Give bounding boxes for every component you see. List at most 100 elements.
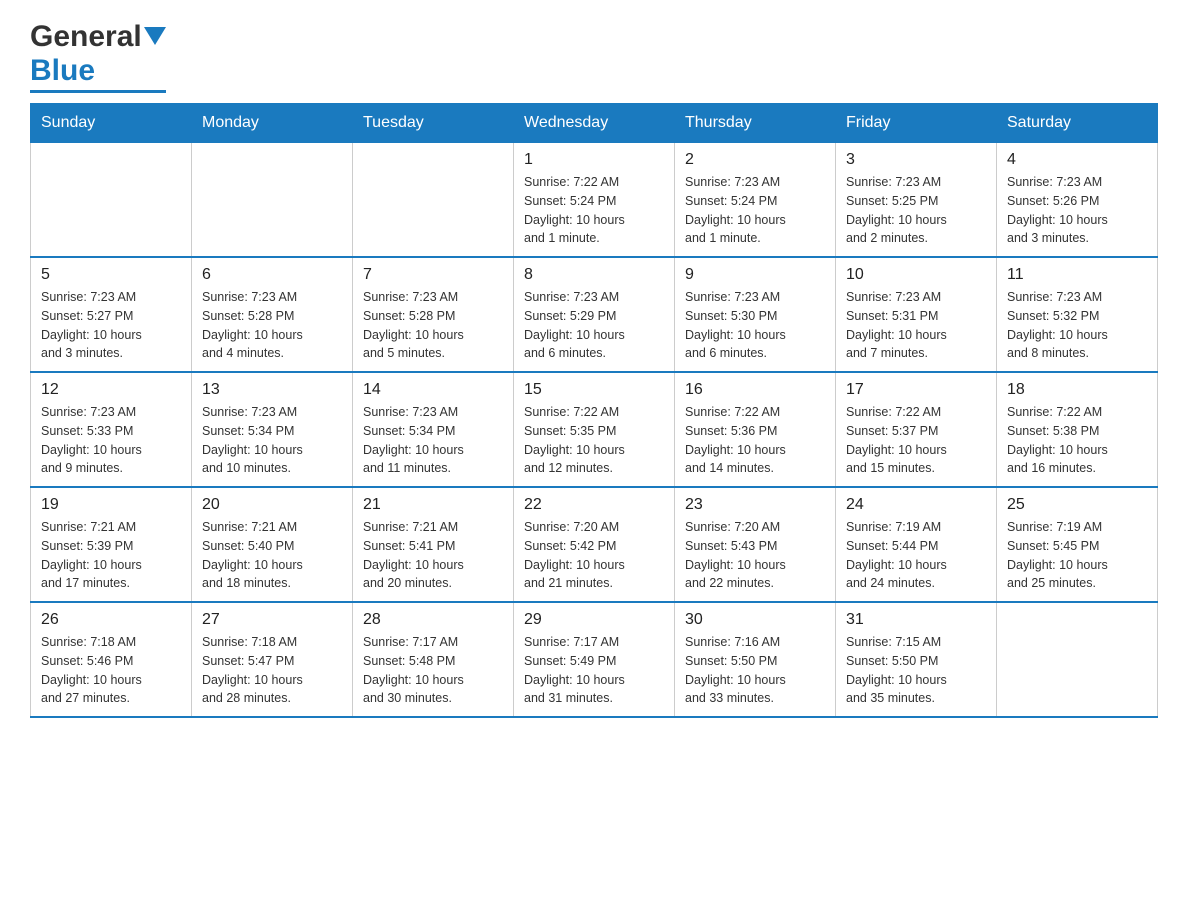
calendar-cell: 9Sunrise: 7:23 AM Sunset: 5:30 PM Daylig… <box>675 257 836 372</box>
day-number: 25 <box>1007 496 1147 514</box>
calendar-cell: 31 Sunrise: 7:15 AM Sunset: 5:50 PM Dayli… <box>836 602 997 717</box>
day-number: 17 <box>846 381 986 399</box>
calendar-cell <box>353 143 514 258</box>
calendar-cell: 8 Sunrise: 7:23 AM Sunset: 5:29 PM Daylig… <box>514 257 675 372</box>
day-header-friday: Friday <box>836 104 997 143</box>
day-number: 23 <box>685 496 825 514</box>
logo-text-general: General <box>30 20 142 54</box>
calendar-cell: 21Sunrise: 7:21 AM Sunset: 5:41 PM Dayli… <box>353 487 514 602</box>
calendar-cell: 4Sunrise: 7:23 AM Sunset: 5:26 PM Daylig… <box>997 143 1158 258</box>
calendar-cell: 17 Sunrise: 7:22 AM Sunset: 5:37 PM Dayli… <box>836 372 997 487</box>
calendar-cell: 19 Sunrise: 7:21 AM Sunset: 5:39 PM Dayli… <box>31 487 192 602</box>
calendar-cell: 28 Sunrise: 7:17 AM Sunset: 5:48 PM Dayli… <box>353 602 514 717</box>
day-number: 3 <box>846 151 986 169</box>
day-info: Sunrise: 7:15 AM Sunset: 5:50 PM Dayligh… <box>846 633 986 708</box>
calendar-week-5: 26 Sunrise: 7:18 AM Sunset: 5:46 PM Dayli… <box>31 602 1158 717</box>
day-info: Sunrise: 7:23 AM Sunset: 5:32 PM Dayligh… <box>1007 288 1147 363</box>
day-number: 12 <box>41 381 181 399</box>
day-number: 31 <box>846 611 986 629</box>
day-info: Sunrise: 7:23 AM Sunset: 5:34 PM Dayligh… <box>363 403 503 478</box>
calendar-cell: 3 Sunrise: 7:23 AM Sunset: 5:25 PM Daylig… <box>836 143 997 258</box>
calendar-cell: 13 Sunrise: 7:23 AM Sunset: 5:34 PM Dayli… <box>192 372 353 487</box>
calendar-cell: 30 Sunrise: 7:16 AM Sunset: 5:50 PM Dayli… <box>675 602 836 717</box>
calendar-cell: 23 Sunrise: 7:20 AM Sunset: 5:43 PM Dayli… <box>675 487 836 602</box>
calendar-cell <box>997 602 1158 717</box>
day-info: Sunrise: 7:23 AM Sunset: 5:34 PM Dayligh… <box>202 403 342 478</box>
day-info: Sunrise: 7:23 AM Sunset: 5:25 PM Dayligh… <box>846 173 986 248</box>
day-number: 6 <box>202 266 342 284</box>
day-info: Sunrise: 7:18 AM Sunset: 5:46 PM Dayligh… <box>41 633 181 708</box>
day-info: Sunrise: 7:23 AM Sunset: 5:28 PM Dayligh… <box>202 288 342 363</box>
calendar-cell: 26 Sunrise: 7:18 AM Sunset: 5:46 PM Dayli… <box>31 602 192 717</box>
day-number: 15 <box>524 381 664 399</box>
day-number: 28 <box>363 611 503 629</box>
day-number: 16 <box>685 381 825 399</box>
day-info: Sunrise: 7:22 AM Sunset: 5:35 PM Dayligh… <box>524 403 664 478</box>
day-headers-row: SundayMondayTuesdayWednesdayThursdayFrid… <box>31 104 1158 143</box>
day-number: 13 <box>202 381 342 399</box>
day-info: Sunrise: 7:23 AM Sunset: 5:29 PM Dayligh… <box>524 288 664 363</box>
day-info: Sunrise: 7:22 AM Sunset: 5:36 PM Dayligh… <box>685 403 825 478</box>
calendar-cell: 10Sunrise: 7:23 AM Sunset: 5:31 PM Dayli… <box>836 257 997 372</box>
day-number: 8 <box>524 266 664 284</box>
day-number: 24 <box>846 496 986 514</box>
calendar-cell: 7 Sunrise: 7:23 AM Sunset: 5:28 PM Daylig… <box>353 257 514 372</box>
calendar-cell: 11 Sunrise: 7:23 AM Sunset: 5:32 PM Dayli… <box>997 257 1158 372</box>
day-number: 19 <box>41 496 181 514</box>
day-header-tuesday: Tuesday <box>353 104 514 143</box>
day-info: Sunrise: 7:23 AM Sunset: 5:33 PM Dayligh… <box>41 403 181 478</box>
calendar-cell: 18 Sunrise: 7:22 AM Sunset: 5:38 PM Dayli… <box>997 372 1158 487</box>
calendar-cell: 29Sunrise: 7:17 AM Sunset: 5:49 PM Dayli… <box>514 602 675 717</box>
day-info: Sunrise: 7:17 AM Sunset: 5:48 PM Dayligh… <box>363 633 503 708</box>
day-number: 5 <box>41 266 181 284</box>
calendar-week-1: 1 Sunrise: 7:22 AM Sunset: 5:24 PM Daylig… <box>31 143 1158 258</box>
day-info: Sunrise: 7:22 AM Sunset: 5:38 PM Dayligh… <box>1007 403 1147 478</box>
logo-underline <box>30 90 166 93</box>
day-number: 27 <box>202 611 342 629</box>
day-header-saturday: Saturday <box>997 104 1158 143</box>
calendar-week-4: 19 Sunrise: 7:21 AM Sunset: 5:39 PM Dayli… <box>31 487 1158 602</box>
calendar-week-2: 5 Sunrise: 7:23 AM Sunset: 5:27 PM Daylig… <box>31 257 1158 372</box>
calendar-table: SundayMondayTuesdayWednesdayThursdayFrid… <box>30 103 1158 718</box>
day-info: Sunrise: 7:17 AM Sunset: 5:49 PM Dayligh… <box>524 633 664 708</box>
calendar-cell: 24 Sunrise: 7:19 AM Sunset: 5:44 PM Dayli… <box>836 487 997 602</box>
calendar-cell: 12 Sunrise: 7:23 AM Sunset: 5:33 PM Dayli… <box>31 372 192 487</box>
calendar-cell: 6 Sunrise: 7:23 AM Sunset: 5:28 PM Daylig… <box>192 257 353 372</box>
day-info: Sunrise: 7:23 AM Sunset: 5:28 PM Dayligh… <box>363 288 503 363</box>
day-info: Sunrise: 7:16 AM Sunset: 5:50 PM Dayligh… <box>685 633 825 708</box>
calendar-cell: 1 Sunrise: 7:22 AM Sunset: 5:24 PM Daylig… <box>514 143 675 258</box>
day-info: Sunrise: 7:21 AM Sunset: 5:39 PM Dayligh… <box>41 518 181 593</box>
calendar-cell: 2Sunrise: 7:23 AM Sunset: 5:24 PM Daylig… <box>675 143 836 258</box>
calendar-cell: 25 Sunrise: 7:19 AM Sunset: 5:45 PM Dayli… <box>997 487 1158 602</box>
day-info: Sunrise: 7:22 AM Sunset: 5:37 PM Dayligh… <box>846 403 986 478</box>
logo-triangle-icon <box>144 27 166 49</box>
calendar-cell: 16 Sunrise: 7:22 AM Sunset: 5:36 PM Dayli… <box>675 372 836 487</box>
calendar-cell: 14Sunrise: 7:23 AM Sunset: 5:34 PM Dayli… <box>353 372 514 487</box>
day-number: 11 <box>1007 266 1147 284</box>
day-info: Sunrise: 7:23 AM Sunset: 5:31 PM Dayligh… <box>846 288 986 363</box>
day-header-monday: Monday <box>192 104 353 143</box>
day-number: 26 <box>41 611 181 629</box>
day-info: Sunrise: 7:23 AM Sunset: 5:24 PM Dayligh… <box>685 173 825 248</box>
calendar-cell: 22 Sunrise: 7:20 AM Sunset: 5:42 PM Dayli… <box>514 487 675 602</box>
calendar-cell: 20Sunrise: 7:21 AM Sunset: 5:40 PM Dayli… <box>192 487 353 602</box>
day-number: 7 <box>363 266 503 284</box>
day-info: Sunrise: 7:18 AM Sunset: 5:47 PM Dayligh… <box>202 633 342 708</box>
calendar-cell: 27 Sunrise: 7:18 AM Sunset: 5:47 PM Dayli… <box>192 602 353 717</box>
calendar-body: 1 Sunrise: 7:22 AM Sunset: 5:24 PM Daylig… <box>31 143 1158 718</box>
day-number: 22 <box>524 496 664 514</box>
day-info: Sunrise: 7:23 AM Sunset: 5:27 PM Dayligh… <box>41 288 181 363</box>
day-number: 18 <box>1007 381 1147 399</box>
day-info: Sunrise: 7:22 AM Sunset: 5:24 PM Dayligh… <box>524 173 664 248</box>
day-number: 4 <box>1007 151 1147 169</box>
day-number: 30 <box>685 611 825 629</box>
day-info: Sunrise: 7:20 AM Sunset: 5:42 PM Dayligh… <box>524 518 664 593</box>
day-info: Sunrise: 7:19 AM Sunset: 5:45 PM Dayligh… <box>1007 518 1147 593</box>
calendar-cell: 5 Sunrise: 7:23 AM Sunset: 5:27 PM Daylig… <box>31 257 192 372</box>
day-info: Sunrise: 7:20 AM Sunset: 5:43 PM Dayligh… <box>685 518 825 593</box>
calendar-cell: 15 Sunrise: 7:22 AM Sunset: 5:35 PM Dayli… <box>514 372 675 487</box>
day-info: Sunrise: 7:19 AM Sunset: 5:44 PM Dayligh… <box>846 518 986 593</box>
day-number: 1 <box>524 151 664 169</box>
day-header-wednesday: Wednesday <box>514 104 675 143</box>
calendar-week-3: 12 Sunrise: 7:23 AM Sunset: 5:33 PM Dayli… <box>31 372 1158 487</box>
